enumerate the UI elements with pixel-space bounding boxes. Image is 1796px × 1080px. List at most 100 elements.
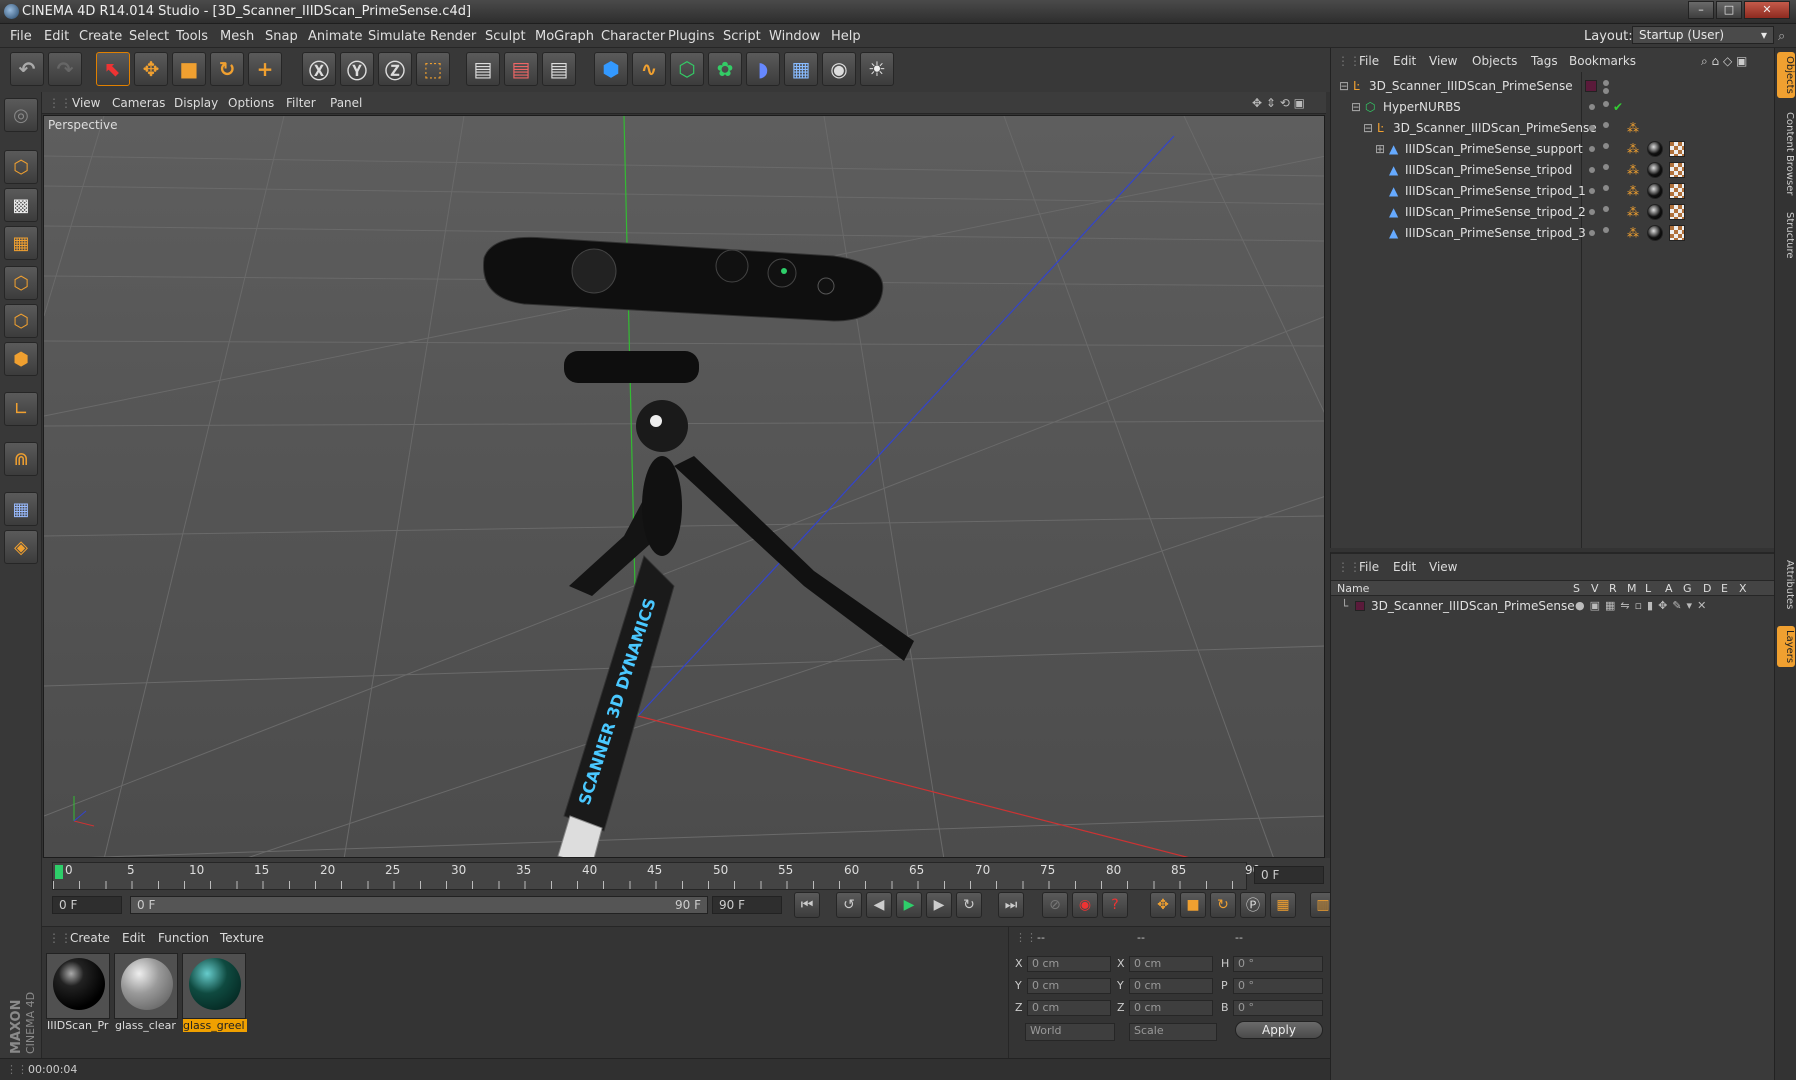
enabled-check-icon[interactable]: ✔ [1613, 100, 1623, 114]
render-visibility-dot[interactable] [1603, 227, 1609, 233]
material-tag-icon[interactable] [1647, 183, 1663, 199]
tag-icon[interactable]: ⁂ [1627, 205, 1639, 219]
collapse-icon[interactable]: ⊟ [1363, 121, 1373, 135]
editor-visibility-dot[interactable] [1603, 80, 1609, 86]
layer-col-manager[interactable]: M [1627, 582, 1637, 595]
menu-edit[interactable]: Edit [44, 29, 69, 44]
scale-icon[interactable]: ■ [172, 52, 206, 86]
search-icon[interactable]: ⌕ [1778, 29, 1785, 44]
layer-col-name[interactable]: Name [1337, 582, 1369, 595]
position-x-field[interactable]: 0 cm [1027, 956, 1111, 972]
next-key-icon[interactable]: ↻ [956, 892, 982, 918]
rotation-h-field[interactable]: 0 ° [1233, 956, 1323, 972]
autokey-icon[interactable]: ◉ [1072, 892, 1098, 918]
coord-scale-select[interactable]: Scale [1129, 1023, 1217, 1041]
record-keys-icon[interactable]: ⊘ [1042, 892, 1068, 918]
object-menu-file[interactable]: File [1359, 54, 1379, 68]
select-icon[interactable]: ⬉ [96, 52, 130, 86]
add-icon[interactable]: + [248, 52, 282, 86]
object-toolbar-icons[interactable]: ⌕ ⌂ ◇ ▣ [1701, 54, 1747, 69]
edge-mode-icon[interactable]: ⬡ [4, 304, 38, 338]
object-row[interactable]: ⊞ ▲ IIIDScan_PrimeSense_support ⁂ [1331, 139, 1775, 160]
layer-menu-file[interactable]: File [1359, 560, 1379, 574]
object-menu-tags[interactable]: Tags [1531, 54, 1558, 68]
object-row[interactable]: ⊟ ⬡ HyperNURBS ✔ [1331, 97, 1775, 118]
material-tag-icon[interactable] [1647, 204, 1663, 220]
layer-menu-view[interactable]: View [1429, 560, 1457, 574]
layer-color-swatch[interactable] [1585, 80, 1597, 92]
menu-render[interactable]: Render [430, 29, 476, 44]
axis-icon[interactable]: ∟ [4, 392, 38, 426]
camera-icon[interactable]: ◉ [822, 52, 856, 86]
texture-tag-icon[interactable] [1669, 183, 1685, 199]
key-rotation-icon[interactable]: ↻ [1210, 892, 1236, 918]
timeline-ruler[interactable]: 0 5 10 15 20 25 30 35 40 45 50 55 60 65 … [52, 862, 1260, 890]
size-z-field[interactable]: 0 cm [1129, 1000, 1213, 1016]
size-x-field[interactable]: 0 cm [1129, 956, 1213, 972]
tag-icon[interactable]: ⁂ [1627, 163, 1639, 177]
rotate-icon[interactable]: ↻ [210, 52, 244, 86]
floor-icon[interactable]: ▦ [784, 52, 818, 86]
viewport-menu-panel[interactable]: Panel [330, 96, 362, 110]
viewport-menu-filter[interactable]: Filter [286, 96, 316, 110]
material-swatch[interactable]: IIIDScan_Pr [46, 953, 110, 1032]
key-pla-icon[interactable]: ▦ [1270, 892, 1296, 918]
viewport-menu-view[interactable]: View [72, 96, 100, 110]
material-swatch[interactable]: glass_clear [114, 953, 178, 1032]
object-row[interactable]: ⊟ Ŀ 3D_Scanner_IIIDScan_PrimeSense [1331, 76, 1775, 97]
layer-col-expressions[interactable]: E [1721, 582, 1728, 595]
material-swatch-selected[interactable]: glass_greel [182, 953, 247, 1032]
start-frame-field[interactable]: 0 F [52, 896, 122, 914]
editor-visibility-dot[interactable] [1589, 125, 1595, 131]
current-frame-field[interactable]: 0 F [1254, 866, 1324, 884]
key-position-icon[interactable]: ✥ [1150, 892, 1176, 918]
menu-tools[interactable]: Tools [176, 29, 208, 44]
menu-mograph[interactable]: MoGraph [535, 29, 594, 44]
size-y-field[interactable]: 0 cm [1129, 978, 1213, 994]
close-button[interactable]: ✕ [1744, 1, 1790, 19]
end-frame-field[interactable]: 90 F [712, 896, 782, 914]
object-menu-view[interactable]: View [1429, 54, 1457, 68]
texture-tag-icon[interactable] [1669, 204, 1685, 220]
layer-col-view[interactable]: V [1591, 582, 1599, 595]
workplane-icon[interactable]: ▦ [4, 226, 38, 260]
layer-row[interactable]: └ 3D_Scanner_IIIDScan_PrimeSense ●▣▦⇋▫▮✥… [1331, 598, 1775, 616]
layer-color-swatch[interactable] [1355, 601, 1365, 611]
locked-workplane-icon[interactable]: ◈ [4, 530, 38, 564]
render-picture-queue-icon[interactable]: ▤ [504, 52, 538, 86]
editor-visibility-dot[interactable] [1589, 167, 1595, 173]
collapse-icon[interactable]: ⊟ [1339, 79, 1349, 93]
layer-col-animation[interactable]: A [1665, 582, 1673, 595]
tab-layers[interactable]: Layers [1777, 626, 1795, 668]
tab-content-browser[interactable]: Content Browser [1777, 108, 1795, 199]
editor-visibility-dot[interactable] [1589, 188, 1595, 194]
menu-simulate[interactable]: Simulate [368, 29, 425, 44]
checker-icon[interactable]: ▩ [4, 188, 38, 222]
layer-col-locked[interactable]: L [1645, 582, 1651, 595]
tag-icon[interactable]: ⁂ [1627, 184, 1639, 198]
menu-mesh[interactable]: Mesh [220, 29, 254, 44]
snap-icon[interactable]: ▦ [4, 492, 38, 526]
x-axis-icon[interactable]: Ⓧ [302, 52, 336, 86]
texture-tag-icon[interactable] [1669, 141, 1685, 157]
viewport-nav-icons[interactable]: ✥ ⇕ ⟲ ▣ [1252, 96, 1305, 110]
spline-icon[interactable]: ∿ [632, 52, 666, 86]
layer-col-render[interactable]: R [1609, 582, 1617, 595]
nurbs-icon[interactable]: ⬡ [670, 52, 704, 86]
texture-tag-icon[interactable] [1669, 225, 1685, 241]
viewport-menu-display[interactable]: Display [174, 96, 218, 110]
menu-help[interactable]: Help [831, 29, 861, 44]
render-visibility-dot[interactable] [1603, 143, 1609, 149]
editor-visibility-dot[interactable] [1589, 146, 1595, 152]
layer-flag-icons[interactable]: ●▣▦⇋▫▮✥✎▾✕ [1575, 599, 1711, 612]
menu-sculpt[interactable]: Sculpt [485, 29, 526, 44]
object-row[interactable]: ⊟ Ŀ 3D_Scanner_IIIDScan_PrimeSense ⁂ [1331, 118, 1775, 139]
minimize-button[interactable]: – [1688, 1, 1714, 19]
menu-character[interactable]: Character [601, 29, 665, 44]
previous-key-icon[interactable]: ↺ [836, 892, 862, 918]
object-row[interactable]: ▲ IIIDScan_PrimeSense_tripod_1 ⁂ [1331, 181, 1775, 202]
layer-col-generators[interactable]: G [1683, 582, 1692, 595]
move-icon[interactable]: ✥ [134, 52, 168, 86]
object-row[interactable]: ▲ IIIDScan_PrimeSense_tripod ⁂ [1331, 160, 1775, 181]
render-visibility-dot[interactable] [1603, 185, 1609, 191]
